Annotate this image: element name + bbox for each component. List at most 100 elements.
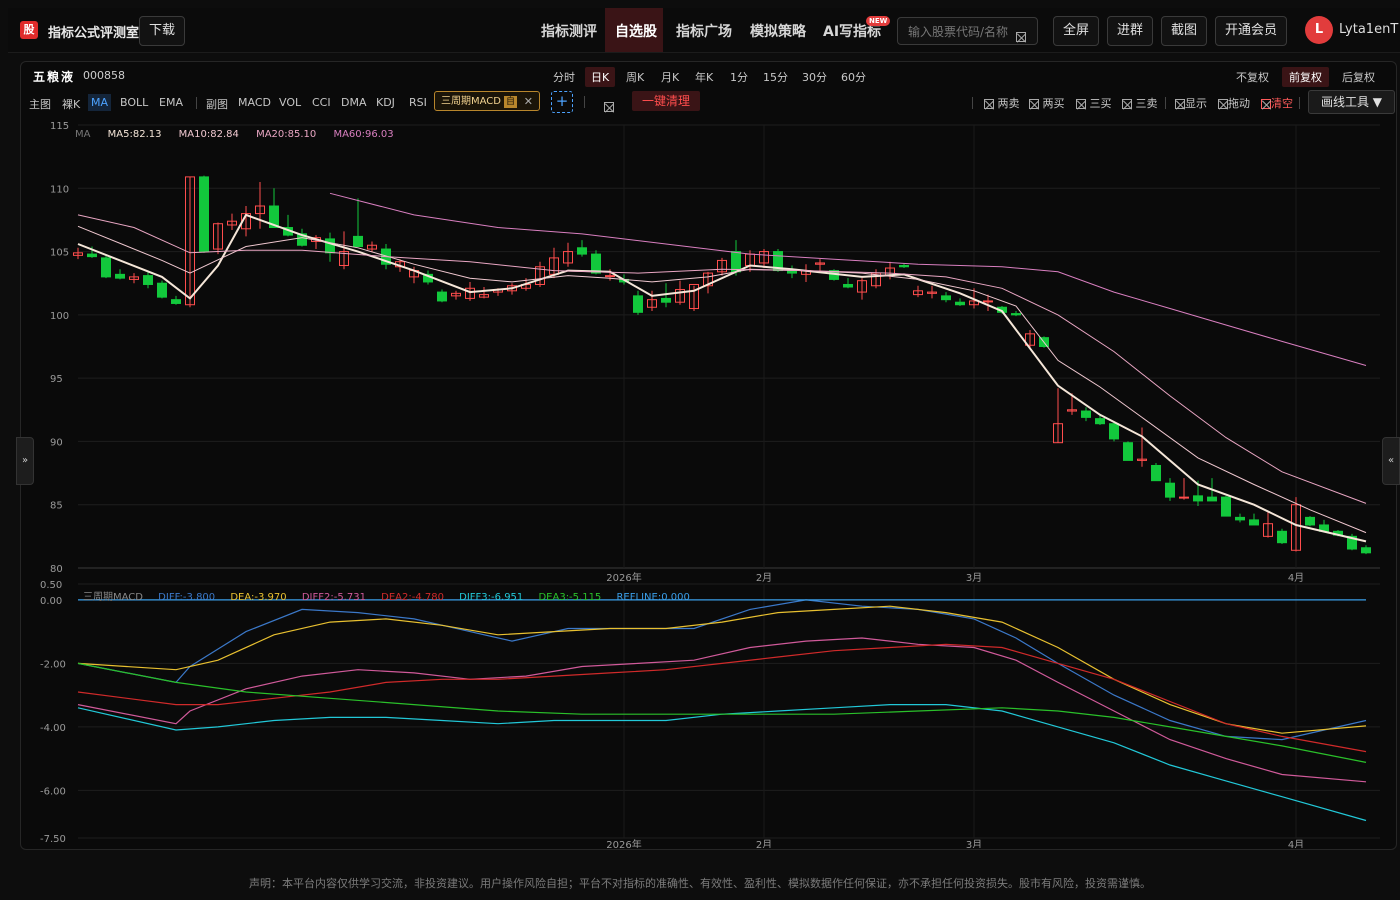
candle-body	[1221, 496, 1231, 517]
candle-body	[1179, 496, 1189, 499]
ind-macd[interactable]: MACD	[238, 96, 271, 109]
logo-icon: 股	[20, 21, 38, 39]
ind-dma[interactable]: DMA	[341, 96, 367, 109]
membership-button[interactable]: 开通会员	[1215, 16, 1287, 46]
candle-body	[983, 300, 993, 303]
opt-clear[interactable]: 清空	[1261, 95, 1293, 111]
download-button[interactable]: 下载	[139, 16, 185, 46]
checkbox-icon	[1261, 99, 1271, 109]
toolbar-close-icon[interactable]	[604, 101, 614, 112]
opt-three-sell[interactable]: 三卖	[1122, 95, 1158, 111]
tf-15min[interactable]: 15分	[763, 69, 788, 85]
nav-indicator-review[interactable]: 指标测评	[541, 21, 597, 41]
candle-body	[1207, 496, 1217, 502]
nav-indicator-plaza[interactable]: 指标广场	[676, 21, 732, 41]
screenshot-button[interactable]: 截图	[1161, 16, 1207, 46]
y-tick-label: 0.00	[40, 596, 62, 607]
username[interactable]: Lyta1enT	[1339, 22, 1398, 37]
tf-monthly[interactable]: 月K	[661, 69, 679, 85]
candle-body	[1011, 313, 1021, 316]
opt-two-sell[interactable]: 两卖	[984, 95, 1020, 111]
divider	[972, 97, 973, 109]
price-chart[interactable]: 115 110 105 100 95 90 85 80 0.50 0.00 -2.00 -4.00 -6…	[20, 116, 1380, 848]
divider	[1165, 97, 1166, 109]
candle-body	[1235, 516, 1245, 521]
custom-indicator-label: 三周期MACD	[441, 96, 501, 107]
candle-body	[955, 301, 965, 306]
ind-boll[interactable]: BOLL	[120, 96, 148, 109]
clear-all-button[interactable]: 一键清理	[632, 91, 700, 111]
y-tick-label: -2.00	[40, 659, 66, 670]
macd-line-diff2	[77, 637, 1367, 783]
candle-body	[1109, 423, 1119, 440]
join-group-button[interactable]: 进群	[1107, 16, 1153, 46]
opt-two-buy[interactable]: 两买	[1029, 95, 1065, 111]
close-icon[interactable]: ✕	[524, 92, 533, 112]
candle-body	[1277, 530, 1287, 544]
checkbox-icon	[1218, 99, 1228, 109]
stock-search-input[interactable]	[906, 22, 1010, 42]
tf-1min[interactable]: 1分	[730, 69, 748, 85]
checkbox-icon	[1175, 99, 1185, 109]
y-tick-label: 110	[50, 184, 69, 195]
stock-search[interactable]	[897, 17, 1038, 45]
expand-right-icon[interactable]: «	[1382, 437, 1400, 485]
tf-yearly[interactable]: 年K	[695, 69, 713, 85]
tf-weekly[interactable]: 周K	[626, 69, 644, 85]
custom-indicator-chip[interactable]: 三周期MACD 自 ✕	[434, 91, 540, 111]
tf-daily[interactable]: 日K	[585, 67, 616, 87]
macd-line-diff	[77, 599, 1367, 741]
opt-drag[interactable]: 拖动	[1218, 95, 1250, 111]
macd-line-dea2	[77, 643, 1367, 753]
x-tick-label: 2月	[756, 839, 772, 848]
adj-forward[interactable]: 前复权	[1282, 67, 1329, 87]
draw-tools-dropdown[interactable]: 画线工具 ▼	[1308, 90, 1395, 114]
candle-body	[591, 253, 601, 274]
user-avatar[interactable]: L	[1305, 16, 1333, 44]
tf-30min[interactable]: 30分	[802, 69, 827, 85]
add-indicator-button[interactable]: +	[551, 91, 573, 113]
x-tick-label: 4月	[1288, 839, 1304, 848]
tf-intraday[interactable]: 分时	[553, 69, 575, 85]
candle-body	[87, 253, 97, 258]
candle-body	[605, 275, 615, 278]
ind-bare-k[interactable]: 裸K	[62, 96, 80, 112]
candle-body	[941, 295, 951, 301]
opt-show[interactable]: 显示	[1175, 95, 1207, 111]
candle-body	[143, 275, 153, 285]
candle-body	[157, 282, 167, 298]
main-chart-label: 主图	[29, 98, 51, 111]
candle-body	[899, 264, 909, 268]
ma10-value: MA10:82.84	[178, 129, 239, 140]
ma-legend-title: MA	[75, 129, 91, 140]
y-tick-label: -7.50	[40, 834, 66, 845]
top-navbar: 股 指标公式评测室 下载 指标测评 自选股 指标广场 模拟策略 AI写指标 NE…	[8, 8, 1400, 53]
ind-ema[interactable]: EMA	[159, 96, 183, 109]
opt-three-buy[interactable]: 三买	[1076, 95, 1112, 111]
macd-refline-value: REFLINE:0.000	[616, 592, 690, 603]
ind-cci[interactable]: CCI	[312, 96, 331, 109]
fullscreen-button[interactable]: 全屏	[1053, 16, 1099, 46]
adj-none[interactable]: 不复权	[1236, 69, 1269, 85]
expand-left-icon[interactable]: »	[16, 437, 34, 485]
ind-ma[interactable]: MA	[88, 94, 112, 111]
ind-kdj[interactable]: KDJ	[376, 96, 395, 109]
ind-vol[interactable]: VOL	[279, 96, 301, 109]
macd-dea-value: DEA:-3.970	[230, 592, 287, 603]
nav-sim-strategy[interactable]: 模拟策略	[750, 21, 806, 41]
x-tick-label: 2月	[756, 572, 772, 584]
candle-body	[353, 235, 363, 248]
adj-backward[interactable]: 后复权	[1342, 69, 1375, 85]
tf-60min[interactable]: 60分	[841, 69, 866, 85]
ind-rsi[interactable]: RSI	[409, 96, 427, 109]
checkbox-icon	[1029, 99, 1039, 109]
search-clear-icon[interactable]	[1016, 31, 1026, 42]
sub-chart-label: 副图	[206, 98, 228, 111]
candle-body	[101, 257, 111, 278]
candle-body	[1165, 482, 1175, 498]
disclaimer: 声明：本平台内容仅供学习交流，非投资建议。用户操作风险自担；平台不对指标的准确性…	[249, 877, 1151, 890]
candle-body	[171, 299, 181, 304]
candle-body	[1361, 547, 1371, 554]
ma-legend: MA MA5:82.13 MA10:82.84 MA20:85.10 MA60:…	[75, 129, 408, 140]
nav-watchlist[interactable]: 自选股	[615, 21, 657, 41]
